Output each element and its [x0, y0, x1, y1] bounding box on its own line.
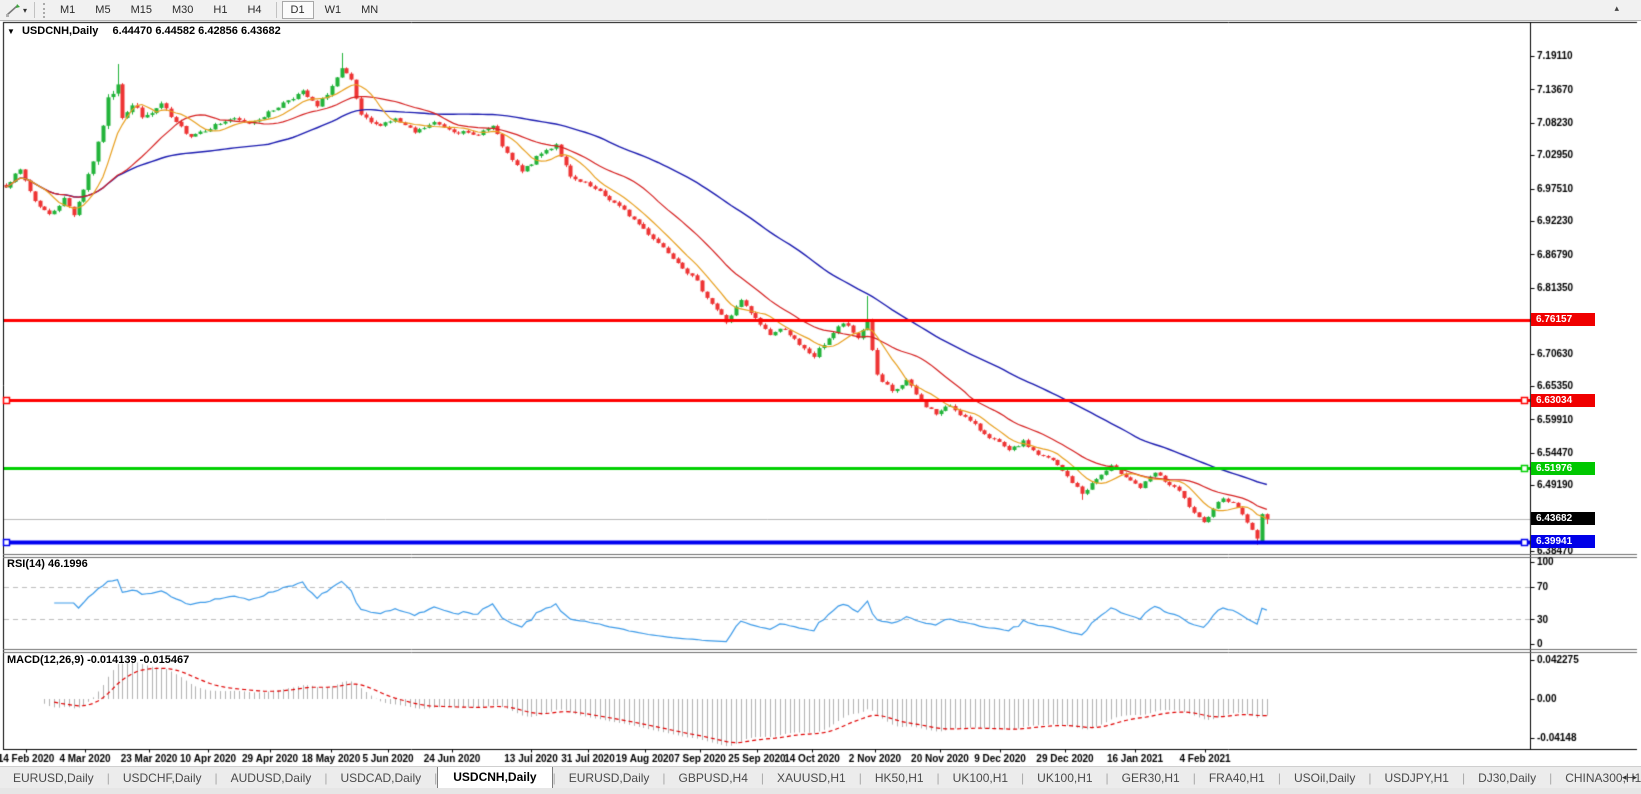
tab-dj30-daily[interactable]: DJ30,Daily	[1465, 768, 1549, 789]
timeframe-button-mn[interactable]: MN	[352, 1, 387, 19]
tab-scroll-left-icon[interactable]: ◂	[1620, 772, 1631, 789]
tab-usdjpy-h1[interactable]: USDJPY,H1	[1371, 768, 1461, 789]
tab-bar-items: EURUSD,Daily|USDCHF,Daily|AUDUSD,Daily|U…	[0, 766, 1620, 789]
timeframe-button-m5[interactable]: M5	[86, 1, 119, 19]
toolbar-overflow-icon[interactable]: ▴	[1614, 3, 1619, 14]
timeframe-buttons: M1M5M15M30H1H4 D1W1MN	[50, 1, 388, 19]
tab-ger30-h1[interactable]: GER30,H1	[1109, 768, 1193, 789]
tab-xauusd-h1[interactable]: XAUUSD,H1	[764, 768, 859, 789]
tab-eurusd-daily[interactable]: EURUSD,Daily	[0, 768, 107, 789]
toolbar-divider	[276, 2, 277, 18]
timeframe-button-m15[interactable]: M15	[122, 1, 161, 19]
tab-usoil-daily[interactable]: USOil,Daily	[1281, 768, 1368, 789]
timeframe-button-m1[interactable]: M1	[51, 1, 84, 19]
timeframe-button-h1[interactable]: H1	[204, 1, 236, 19]
timeframe-button-d1[interactable]: D1	[282, 1, 314, 19]
timeframe-button-w1[interactable]: W1	[316, 1, 351, 19]
timeframe-button-h4[interactable]: H4	[238, 1, 270, 19]
tab-usdcad-daily[interactable]: USDCAD,Daily	[327, 768, 434, 789]
macd-indicator-label: MACD(12,26,9) -0.014139 -0.015467	[7, 654, 189, 666]
toolbar-grip[interactable]	[43, 3, 45, 18]
tab-usdchf-daily[interactable]: USDCHF,Daily	[110, 768, 215, 789]
tab-hk50-h1[interactable]: HK50,H1	[862, 768, 937, 789]
tab-uk100-h1[interactable]: UK100,H1	[940, 768, 1021, 789]
timeframe-button-m30[interactable]: M30	[163, 1, 202, 19]
line-tools-icon[interactable]	[4, 2, 22, 18]
price-tag-6-76157: 6.76157	[1531, 313, 1595, 326]
rsi-indicator-label: RSI(14) 46.1996	[7, 558, 88, 570]
tab-gbpusd-h4[interactable]: GBPUSD,H4	[666, 768, 761, 789]
tab-audusd-daily[interactable]: AUDUSD,Daily	[218, 768, 325, 789]
tab-eurusd-daily[interactable]: EURUSD,Daily	[556, 768, 663, 789]
chart-title: ▼ USDCNH,Daily 6.44470 6.44582 6.42856 6…	[7, 25, 281, 37]
price-tag-6-51976: 6.51976	[1531, 462, 1595, 475]
toolbar-divider	[34, 2, 35, 18]
price-tag-6-43682: 6.43682	[1531, 512, 1595, 525]
tab-uk100-h1[interactable]: UK100,H1	[1024, 768, 1105, 789]
tab-scroll-right-icon[interactable]: ▸	[1630, 772, 1641, 789]
chart-title-caret-icon[interactable]: ▼	[7, 27, 15, 36]
price-tag-6-39941: 6.39941	[1531, 535, 1595, 548]
chart-tab-bar: EURUSD,Daily|USDCHF,Daily|AUDUSD,Daily|U…	[0, 766, 1641, 789]
price-tag-6-63034: 6.63034	[1531, 394, 1595, 407]
toolbar: ▾ M1M5M15M30H1H4 D1W1MN ▴	[0, 0, 1641, 21]
tab-fra40-h1[interactable]: FRA40,H1	[1196, 768, 1278, 789]
chart-title-ohlc: 6.44470 6.44582 6.42856 6.43682	[113, 25, 281, 37]
price-chart-canvas[interactable]	[0, 0, 1641, 766]
status-strip	[0, 788, 1641, 794]
tab-usdcnh-daily[interactable]: USDCNH,Daily	[437, 766, 552, 789]
chart-title-symbol: USDCNH,Daily	[22, 25, 98, 37]
chevron-down-icon[interactable]: ▾	[23, 6, 27, 15]
